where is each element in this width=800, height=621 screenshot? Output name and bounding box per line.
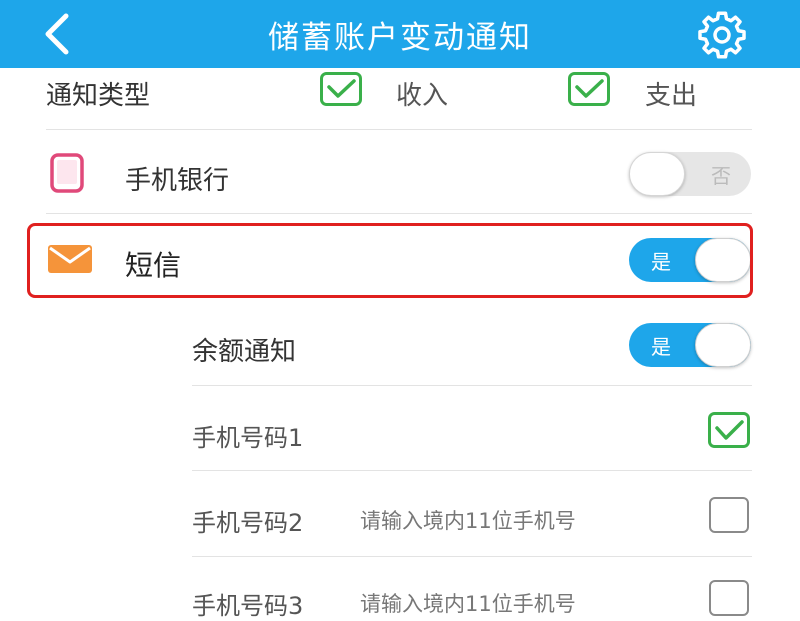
checkbox-checked-icon [708, 412, 750, 448]
gear-icon [698, 11, 746, 59]
income-label: 收入 [396, 81, 449, 111]
toggle-text: 否 [711, 164, 731, 188]
mobile-banking-label: 手机银行 [125, 166, 230, 196]
app-header: 储蓄账户变动通知 [0, 0, 800, 68]
phone1-checkbox[interactable] [708, 412, 750, 448]
divider [192, 556, 752, 557]
checkbox-checked-icon [320, 72, 362, 106]
phone2-input[interactable]: 请输入境内11位手机号 [360, 505, 576, 535]
phone2-label: 手机号码2 [192, 509, 304, 537]
phone3-input[interactable]: 请输入境内11位手机号 [360, 588, 576, 618]
phone3-checkbox[interactable] [709, 580, 749, 616]
toggle-text: 是 [651, 250, 671, 274]
checkbox-checked-icon [568, 72, 610, 106]
balance-notify-toggle[interactable]: 是 [629, 323, 751, 367]
envelope-icon [48, 245, 92, 277]
divider [46, 213, 752, 214]
phone3-label: 手机号码3 [192, 592, 304, 620]
phone-icon [50, 153, 84, 197]
income-checkbox[interactable] [320, 72, 362, 106]
sms-label: 短信 [125, 249, 182, 282]
back-button[interactable] [36, 10, 84, 58]
mobile-banking-toggle[interactable]: 否 [629, 152, 751, 196]
balance-notify-label: 余额通知 [192, 337, 297, 367]
toggle-knob [629, 152, 685, 196]
sms-toggle[interactable]: 是 [629, 238, 751, 282]
settings-button[interactable] [694, 10, 750, 60]
page-title: 储蓄账户变动通知 [268, 20, 532, 56]
phone2-checkbox[interactable] [709, 497, 749, 533]
chevron-left-icon [45, 13, 69, 55]
divider [46, 129, 752, 130]
notify-type-label: 通知类型 [46, 81, 151, 111]
expense-checkbox[interactable] [568, 72, 610, 106]
toggle-text: 是 [651, 335, 671, 359]
phone1-label: 手机号码1 [192, 424, 304, 452]
divider [192, 385, 752, 386]
expense-label: 支出 [645, 81, 698, 111]
toggle-knob [695, 238, 751, 282]
toggle-knob [695, 323, 751, 367]
divider [192, 470, 752, 471]
